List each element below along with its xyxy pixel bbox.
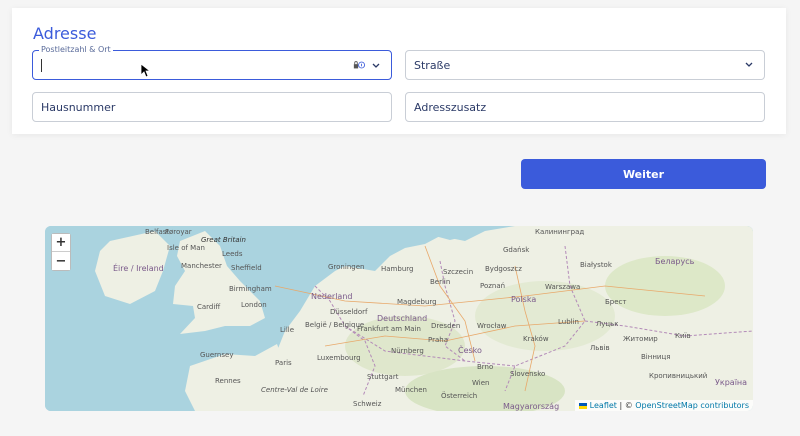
map-label: België / Belgique	[305, 321, 365, 329]
map-label: Вінниця	[641, 353, 671, 361]
password-manager-icon[interactable]	[353, 59, 365, 71]
chevron-down-icon[interactable]	[371, 60, 381, 70]
postcode-city-field[interactable]: Postleitzahl & Ort	[32, 45, 392, 80]
chevron-down-icon[interactable]	[744, 59, 754, 69]
house-number-placeholder: Hausnummer	[41, 100, 116, 114]
map-label: Düsseldorf	[330, 308, 368, 316]
address-extra-field[interactable]: Adresszusatz	[405, 92, 765, 122]
zoom-out-button[interactable]: −	[52, 252, 70, 270]
map-label: Białystok	[580, 261, 612, 269]
map-label: Stuttgart	[367, 373, 399, 381]
map-label: Isle of Man	[167, 244, 205, 252]
map-label: Great Britain	[201, 236, 246, 244]
map-label: Hamburg	[381, 265, 414, 273]
map-label: Україна	[715, 378, 748, 387]
field-right-icons	[353, 59, 381, 71]
attribution-separator: | ©	[616, 401, 636, 410]
map-label: Poznań	[480, 282, 506, 290]
map-label: Київ	[675, 332, 691, 340]
map-label: Житомир	[623, 335, 658, 343]
map-label: Kraków	[523, 335, 549, 343]
map-label: Беларусь	[655, 257, 695, 266]
postcode-city-label: Postleitzahl & Ort	[39, 45, 113, 54]
map-label: Deutschland	[377, 314, 428, 323]
map-attribution: Leaflet | © OpenStreetMap contributors	[575, 400, 753, 411]
map-label: Wien	[472, 379, 490, 387]
map-label: Rennes	[215, 377, 241, 385]
map-label: Centre-Val de Loire	[261, 386, 328, 394]
map-label: Brno	[477, 363, 494, 371]
house-number-field[interactable]: Hausnummer	[32, 92, 392, 122]
map-label: Magdeburg	[397, 298, 437, 306]
map-label: Guernsey	[200, 351, 234, 359]
street-field[interactable]: Straße	[405, 50, 765, 80]
map-label: Polska	[511, 295, 537, 304]
map-label: Lille	[280, 326, 295, 334]
zoom-in-button[interactable]: +	[52, 234, 70, 252]
map-label: Éire / Ireland	[113, 264, 164, 273]
text-caret	[41, 58, 42, 72]
map-label: Schweiz	[353, 400, 382, 408]
map-label: Wrocław	[477, 322, 507, 330]
mouse-cursor-icon	[141, 64, 151, 78]
leaflet-link[interactable]: Leaflet	[590, 401, 617, 410]
map-label: Slovensko	[510, 370, 546, 378]
map-label: London	[241, 301, 267, 309]
section-title: Adresse	[33, 24, 97, 43]
map-label: Szczecin	[443, 268, 474, 276]
map-label: München	[395, 386, 427, 394]
map-label: Sheffield	[231, 264, 262, 272]
map-label: Калининград	[535, 228, 585, 236]
map-label: Österreich	[441, 392, 478, 400]
map-label: Frankfurt am Main	[357, 325, 421, 333]
map-label: Groningen	[328, 263, 365, 271]
map-label: Luxembourg	[317, 354, 361, 362]
map-label: Leeds	[222, 250, 243, 258]
map-label: Warszawa	[545, 283, 581, 291]
map-label: Česko	[458, 346, 482, 355]
map-label: Belfast	[145, 228, 170, 236]
map-label: Manchester	[181, 262, 222, 270]
osm-link[interactable]: OpenStreetMap contributors	[635, 401, 749, 410]
map-label: Nederland	[311, 292, 353, 301]
map-label: Луцьк	[596, 320, 619, 328]
map-label: Paris	[275, 359, 292, 367]
map-label: Lublin	[558, 318, 579, 326]
ukraine-flag-icon	[579, 402, 588, 409]
map-label: Львів	[590, 344, 610, 352]
map-label: Berlin	[430, 278, 451, 286]
map[interactable]: Føroyar Isle of Man Great Britain Belfas…	[45, 226, 753, 411]
map-label: Брест	[605, 298, 627, 306]
next-button[interactable]: Weiter	[521, 159, 766, 189]
map-label: Praha	[428, 336, 448, 344]
map-label: Nürnberg	[391, 347, 424, 355]
street-right-icons	[744, 59, 754, 69]
map-label: Birmingham	[229, 285, 272, 293]
map-label: Кропивницький	[649, 372, 708, 380]
map-label: Magyarország	[503, 402, 560, 411]
map-label: Bydgoszcz	[485, 265, 522, 273]
map-label: Dresden	[431, 322, 461, 330]
map-label: Cardiff	[197, 303, 221, 311]
map-label: Gdańsk	[503, 246, 530, 254]
street-placeholder: Straße	[414, 58, 451, 72]
zoom-control: + −	[51, 233, 71, 271]
address-extra-placeholder: Adresszusatz	[414, 100, 487, 114]
